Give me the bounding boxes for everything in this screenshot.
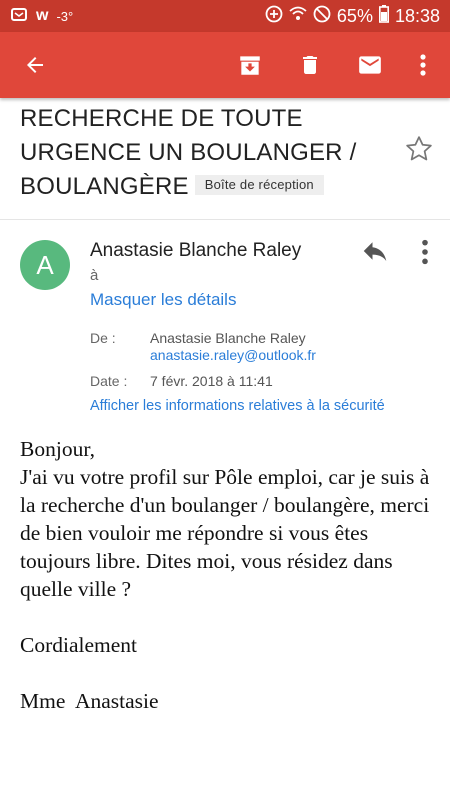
overflow-menu-button[interactable] bbox=[410, 32, 436, 98]
clock: 18:38 bbox=[394, 5, 440, 26]
recipient-label: à bbox=[90, 267, 99, 284]
date-value: 7 févr. 2018 à 11:41 bbox=[150, 373, 273, 389]
status-bar: w -3° 65% 18:38 bbox=[0, 0, 450, 32]
app-w-icon: w bbox=[36, 7, 49, 24]
avatar[interactable]: A bbox=[20, 240, 70, 290]
sender-email-link[interactable]: anastasie.raley@outlook.fr bbox=[150, 347, 316, 363]
email-subject: RECHERCHE DE TOUTE URGENCE UN BOULANGER … bbox=[20, 102, 390, 204]
mail-icon bbox=[359, 56, 381, 74]
archive-icon bbox=[240, 56, 260, 75]
mark-unread-button[interactable] bbox=[348, 32, 392, 98]
trash-icon bbox=[303, 56, 317, 74]
reply-icon[interactable] bbox=[360, 236, 390, 266]
do-not-disturb-icon bbox=[313, 5, 331, 28]
battery-icon bbox=[378, 4, 389, 28]
closing: Cordialement bbox=[20, 633, 138, 657]
email-body: Bonjour, J'ai vu votre profil sur Pôle e… bbox=[20, 435, 440, 715]
delete-button[interactable] bbox=[288, 32, 332, 98]
arrow-back-icon bbox=[27, 57, 43, 73]
archive-button[interactable] bbox=[228, 32, 272, 98]
hide-details-link[interactable]: Masquer les détails bbox=[90, 290, 236, 310]
from-name: Anastasie Blanche Raley bbox=[150, 330, 306, 346]
subject-header: RECHERCHE DE TOUTE URGENCE UN BOULANGER … bbox=[0, 98, 450, 220]
label-chip[interactable]: Boîte de réception bbox=[194, 174, 324, 195]
from-label: De : bbox=[90, 330, 116, 346]
add-circle-icon bbox=[265, 5, 283, 28]
back-button[interactable] bbox=[14, 32, 56, 98]
date-label: Date : bbox=[90, 373, 128, 389]
signature: Mme Anastasie bbox=[20, 689, 159, 713]
temperature-text: -3° bbox=[56, 8, 74, 24]
app-bar bbox=[0, 32, 450, 98]
message-more-icon[interactable] bbox=[415, 238, 435, 266]
body-paragraph: Bonjour, J'ai vu votre profil sur Pôle e… bbox=[20, 437, 430, 601]
notification-icon bbox=[10, 6, 28, 27]
more-vert-icon bbox=[420, 54, 426, 76]
sender-name: Anastasie Blanche Raley bbox=[90, 240, 302, 261]
battery-percent: 65% bbox=[336, 5, 373, 26]
security-info-link[interactable]: Afficher les informations relatives à la… bbox=[90, 398, 385, 414]
star-icon[interactable] bbox=[404, 134, 434, 164]
wifi-icon bbox=[289, 5, 307, 28]
